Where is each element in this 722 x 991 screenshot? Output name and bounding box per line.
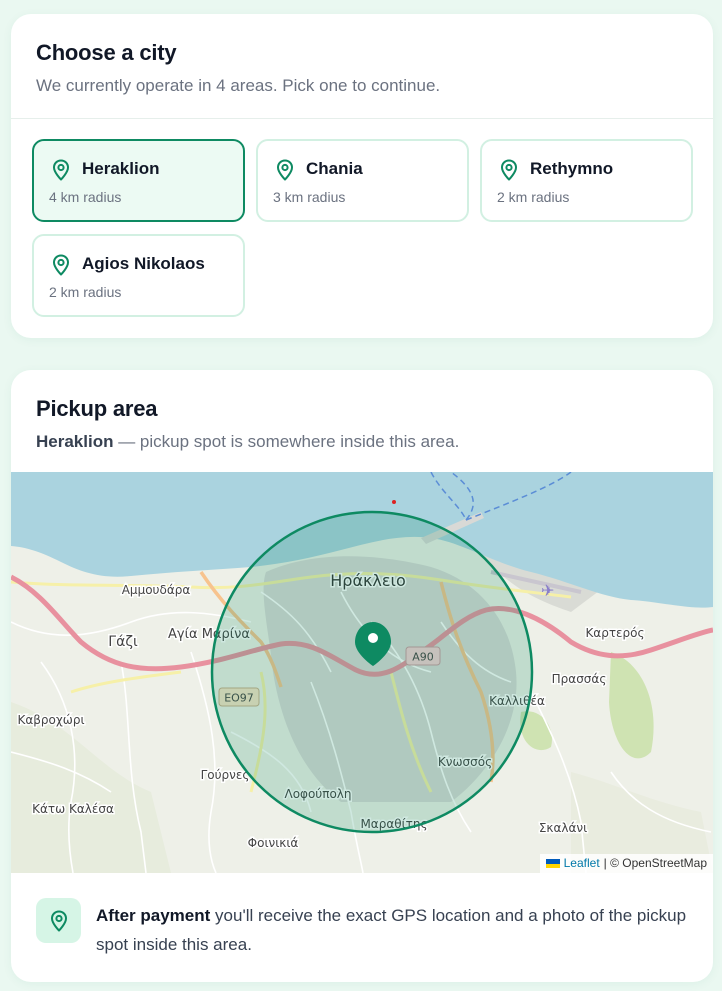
city-radius: 2 km radius [497, 189, 570, 205]
choose-city-card: Choose a city We currently operate in 4 … [11, 14, 713, 338]
pickup-map[interactable]: ✈ A90 ΕΟ97 Ηράκλειο Αμμουδάρα Γάζι Αγία … [11, 472, 713, 873]
city-name: Chania [306, 159, 363, 178]
map-label-kavrochori: Καβροχώρι [17, 713, 84, 727]
choose-city-subtitle: We currently operate in 4 areas. Pick on… [36, 76, 441, 95]
osm-attribution-text: | © OpenStreetMap [603, 856, 707, 870]
selected-city-name: Heraklion [36, 432, 114, 451]
map-attribution: Leaflet | © OpenStreetMap [539, 854, 713, 873]
map-label-skalani: Σκαλάνι [539, 821, 587, 835]
map-label-foinikia: Φοινικιά [248, 836, 299, 850]
city-option-rethymno[interactable]: Rethymno 2 km radius [480, 139, 693, 222]
ukraine-flag-icon [545, 858, 560, 868]
map-pin-icon [277, 159, 293, 181]
choose-city-title: Choose a city [36, 40, 177, 65]
city-radius: 3 km radius [273, 189, 346, 205]
city-radius: 4 km radius [49, 189, 122, 205]
leaflet-link[interactable]: Leaflet [564, 856, 600, 870]
city-name: Rethymno [530, 159, 614, 178]
airport-icon: ✈ [541, 581, 554, 600]
city-name: Heraklion [82, 159, 160, 178]
map-label-gournes: Γούρνες [201, 768, 250, 782]
map-label-kato-kalesa: Κάτω Καλέσα [32, 802, 114, 816]
map-label-karteros: Καρτερός [585, 626, 644, 640]
note-icon-box [36, 898, 81, 943]
city-name: Agios Nikolaos [82, 254, 205, 273]
city-option-heraklion[interactable]: Heraklion 4 km radius [32, 139, 245, 222]
map-label-prassas: Πρασσάς [552, 672, 607, 686]
pickup-area-title: Pickup area [36, 396, 158, 421]
map-pin-icon [51, 910, 67, 932]
city-option-agios-nikolaos[interactable]: Agios Nikolaos 2 km radius [32, 234, 245, 317]
after-payment-bold: After payment [96, 906, 211, 925]
map-pin-icon [53, 254, 69, 276]
city-option-chania[interactable]: Chania 3 km radius [256, 139, 469, 222]
pickup-area-card: Pickup area Heraklion — pickup spot is s… [11, 370, 713, 982]
city-radius: 2 km radius [49, 284, 122, 300]
pickup-area-subtitle: Heraklion — pickup spot is somewhere ins… [36, 432, 688, 452]
map-pin-icon [53, 159, 69, 181]
map-tiles: ✈ A90 ΕΟ97 Ηράκλειο Αμμουδάρα Γάζι Αγία … [11, 472, 713, 873]
map-pin-icon [501, 159, 517, 181]
map-label-ammoudara: Αμμουδάρα [122, 583, 191, 597]
pickup-area-subtitle-text: — pickup spot is somewhere inside this a… [113, 432, 460, 451]
pickup-area-circle [210, 510, 534, 834]
divider [11, 118, 713, 119]
map-label-gazi: Γάζι [108, 634, 138, 650]
after-payment-text: After payment you'll receive the exact G… [96, 901, 693, 959]
